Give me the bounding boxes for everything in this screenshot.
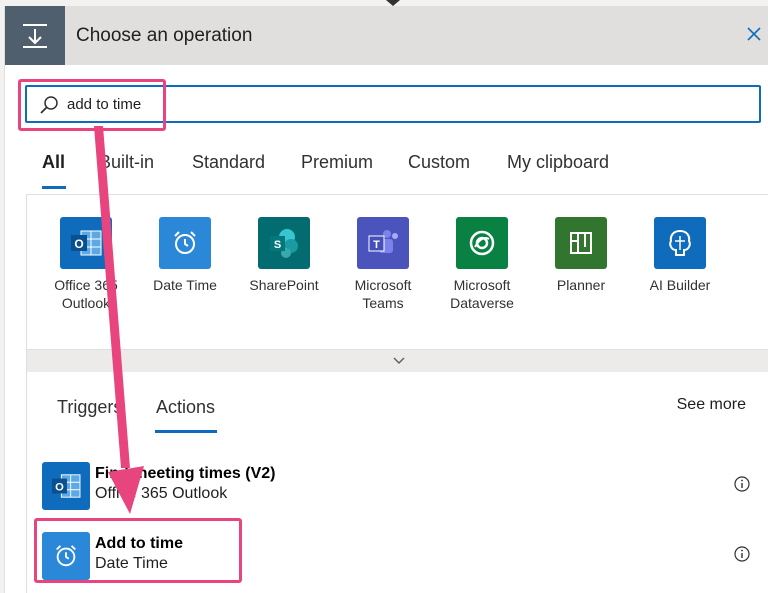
connector-label: Microsoft Teams [354, 277, 412, 311]
outlook-icon: O [60, 217, 112, 269]
outlook-icon: O [42, 462, 90, 510]
insert-step-icon [5, 6, 65, 65]
connector-ai-builder[interactable]: AI Builder [632, 217, 728, 294]
tab-premium[interactable]: Premium [301, 152, 373, 173]
action-connector-name: Office 365 Outlook [95, 485, 228, 502]
connector-label: AI Builder [649, 277, 711, 293]
close-icon [747, 27, 761, 41]
connector-label: Date Time [153, 277, 217, 293]
connector-label: Office 365 Outlook [54, 277, 118, 311]
connector-date-time[interactable]: Date Time [137, 217, 233, 294]
action-title: Find meeting times (V2) [95, 465, 276, 482]
chevron-down-icon [393, 357, 404, 364]
svg-text:O: O [74, 237, 83, 251]
search-input[interactable] [67, 91, 747, 117]
tab-actions[interactable]: Actions [156, 397, 215, 418]
tab-my-clipboard[interactable]: My clipboard [507, 152, 609, 173]
active-subtab-indicator [155, 430, 217, 433]
connector-planner[interactable]: Planner [533, 217, 629, 294]
sharepoint-icon: S [258, 217, 310, 269]
info-icon[interactable] [734, 476, 750, 492]
close-button[interactable] [741, 18, 767, 50]
info-icon[interactable] [734, 546, 750, 562]
expand-connectors-button[interactable] [26, 349, 768, 373]
choose-operation-panel: Choose an operation All Built-in Standar… [4, 6, 768, 593]
panel-header: Choose an operation [5, 6, 768, 65]
connector-office-365-outlook[interactable]: O Office 365 Outlook [38, 217, 134, 312]
svg-text:T: T [373, 239, 380, 251]
search-highlight-box [18, 79, 166, 131]
connector-grid: O Office 365 Outlook Date Time S SharePo… [26, 194, 768, 353]
tab-built-in[interactable]: Built-in [99, 152, 154, 173]
connector-label: Planner [556, 277, 606, 293]
svg-text:S: S [274, 239, 281, 251]
tab-standard[interactable]: Standard [192, 152, 265, 173]
see-more-link[interactable]: See more [677, 396, 746, 414]
planner-icon [555, 217, 607, 269]
connector-microsoft-dataverse[interactable]: Microsoft Dataverse [434, 217, 530, 312]
tab-custom[interactable]: Custom [408, 152, 470, 173]
svg-text:O: O [55, 482, 64, 494]
alarm-clock-icon [159, 217, 211, 269]
connector-label: Microsoft Dataverse [450, 277, 514, 311]
category-tabs: All Built-in Standard Premium Custom My … [5, 146, 768, 192]
ai-builder-icon [654, 217, 706, 269]
tab-all[interactable]: All [42, 152, 65, 173]
add-to-time-highlight-box [34, 518, 242, 583]
tab-triggers[interactable]: Triggers [57, 397, 122, 418]
active-tab-indicator [42, 186, 66, 189]
connector-sharepoint[interactable]: S SharePoint [236, 217, 332, 294]
connector-microsoft-teams[interactable]: T Microsoft Teams [335, 217, 431, 312]
dataverse-icon [456, 217, 508, 269]
action-find-meeting-times[interactable]: O Find meeting times (V2) Office 365 Out… [27, 458, 768, 516]
panel-title: Choose an operation [76, 25, 253, 46]
teams-icon: T [357, 217, 409, 269]
connector-label: SharePoint [249, 277, 319, 293]
